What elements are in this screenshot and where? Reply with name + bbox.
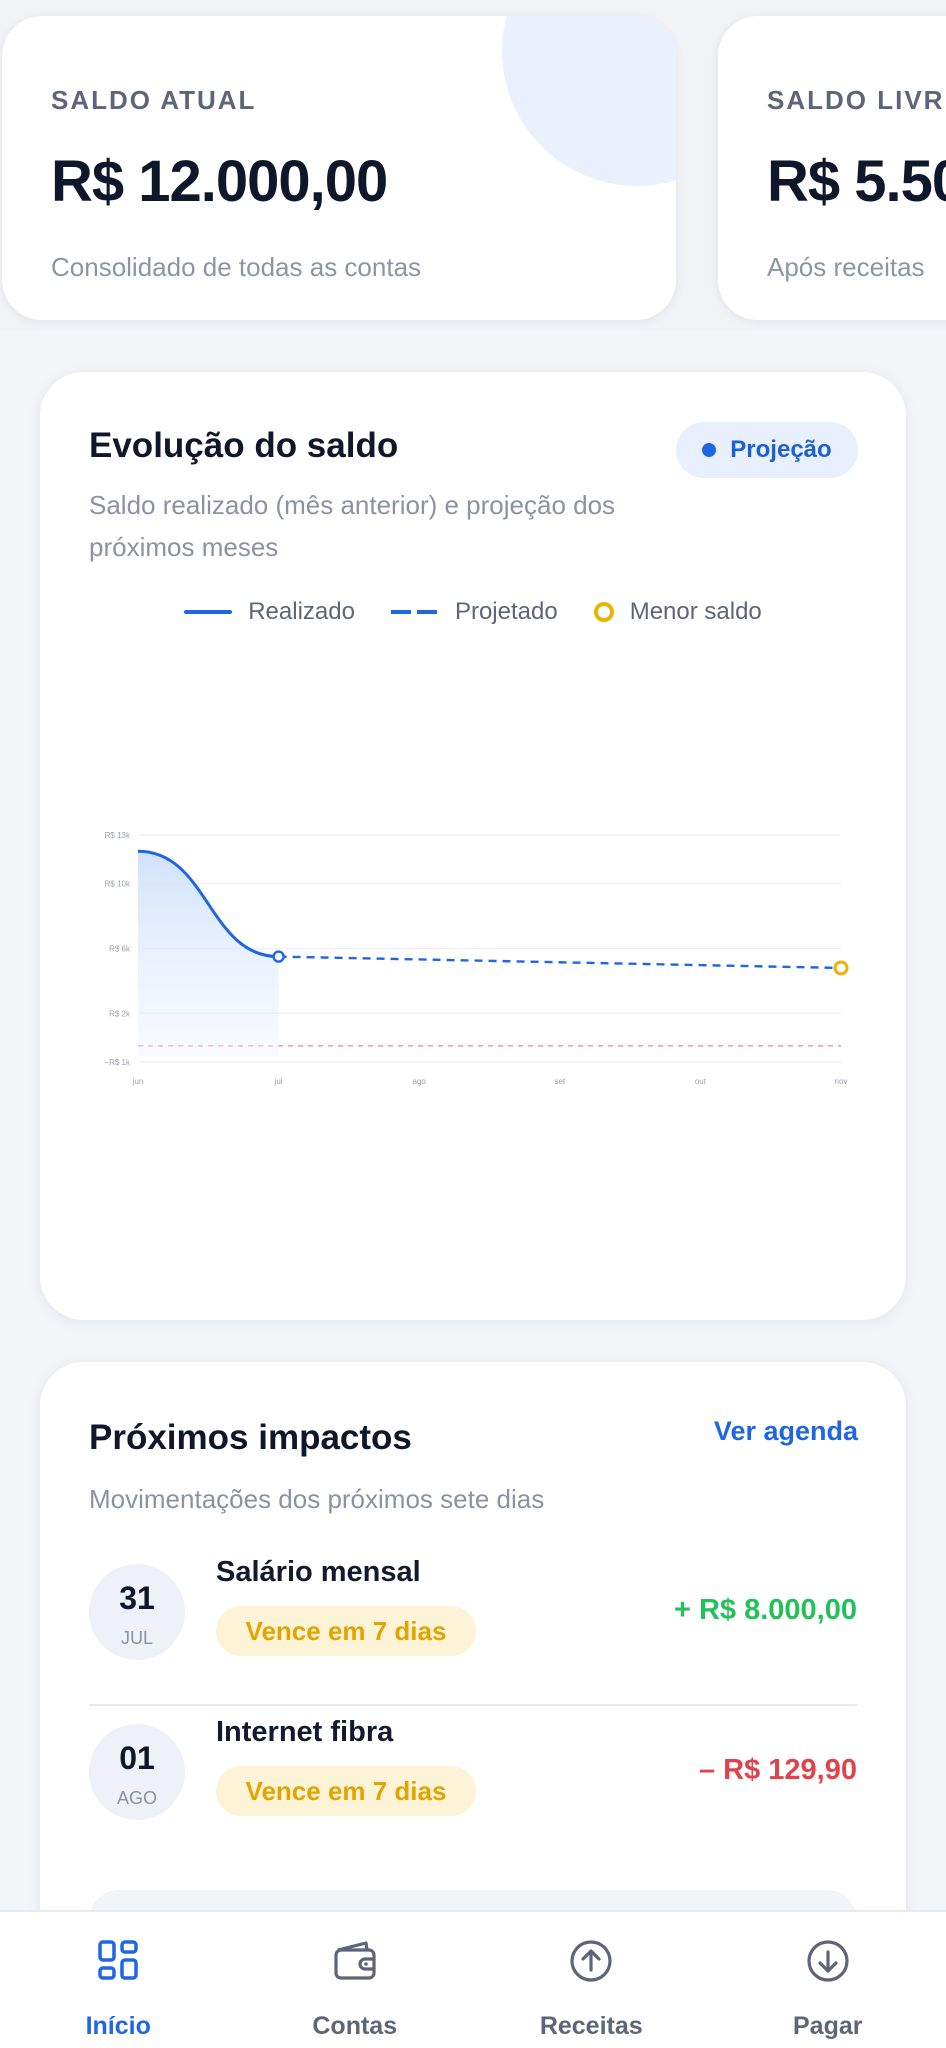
projected-line	[278, 955, 842, 970]
view-agenda-link[interactable]: Ver agenda	[714, 1416, 858, 1447]
y-tick-label: R$ 2k	[109, 1009, 131, 1018]
x-tick-label: out	[695, 1077, 707, 1086]
x-tick-label: jun	[132, 1077, 144, 1086]
upcoming-impacts-card: Próximos impactos Ver agenda Movimentaçõ…	[40, 1362, 906, 1982]
balance-label: SALDO ATUAL	[51, 85, 257, 115]
x-tick-label: ago	[413, 1077, 427, 1086]
lowest-balance-marker	[833, 960, 849, 976]
tab-inicio[interactable]: Início	[0, 1912, 237, 2048]
y-tick-label: R$ 6k	[109, 945, 131, 954]
bottom-tab-bar: Início Contas Receitas Pagar	[0, 1910, 946, 2048]
date-day: 31	[119, 1580, 155, 1616]
balance-label: SALDO LIVRE	[767, 85, 946, 115]
tab-label: Início	[85, 2012, 151, 2040]
y-tick-label: −R$ 1k	[104, 1058, 131, 1067]
tab-pagar[interactable]: Pagar	[710, 1912, 946, 2048]
x-tick-label: set	[554, 1077, 565, 1086]
balance-chart: R$ 13k R$ 10k R$ 6k R$ 2k −R$ 1k jun jul ago set…	[104, 831, 849, 1086]
date-badge: 31 JUL	[89, 1564, 185, 1660]
impact-row[interactable]: 01 AGO Internet fibra Vence em 7 dias – …	[89, 1706, 857, 1866]
tab-receitas[interactable]: Receitas	[473, 1912, 710, 2048]
date-month: AGO	[116, 1788, 157, 1808]
x-tick-label: jul	[274, 1077, 283, 1086]
impact-title: Salário mensal	[216, 1556, 421, 1588]
balance-subtitle: Consolidado de todas as contas	[51, 252, 422, 282]
impact-amount: – R$ 129,90	[698, 1754, 857, 1786]
tab-label: Contas	[312, 2012, 398, 2040]
date-badge: 01 AGO	[89, 1724, 185, 1820]
impact-title: Internet fibra	[216, 1716, 394, 1748]
wallet-icon	[334, 1941, 376, 1980]
due-tag: Vence em 7 dias	[216, 1766, 476, 1816]
balance-card-free[interactable]: SALDO LIVRE R$ 5.500,00 Após receitas	[718, 16, 946, 320]
balance-card-current[interactable]: SALDO ATUAL R$ 12.000,00 Consolidado de …	[2, 16, 676, 320]
balance-evolution-card: Evolução do saldo Saldo realizado (mês a…	[40, 372, 906, 1320]
balance-subtitle: Após receitas	[767, 252, 925, 282]
balance-value: R$ 5.500,00	[767, 149, 946, 214]
tab-label: Receitas	[539, 2012, 643, 2040]
due-tag: Vence em 7 dias	[216, 1606, 476, 1656]
card-subtitle: Movimentações dos próximos sete dias	[89, 1484, 545, 1514]
x-tick-label: nov	[835, 1077, 848, 1086]
impact-amount: + R$ 8.000,00	[673, 1594, 857, 1626]
card-title: Próximos impactos	[89, 1418, 412, 1457]
arrow-down-circle-icon	[807, 1940, 849, 1982]
decorative-circle	[502, 16, 676, 186]
current-point-marker	[272, 950, 285, 963]
balance-value: R$ 12.000,00	[51, 149, 388, 214]
impact-row[interactable]: 31 JUL Salário mensal Vence em 7 dias + …	[89, 1546, 857, 1706]
tab-contas[interactable]: Contas	[237, 1912, 474, 2048]
y-tick-label: R$ 13k	[105, 831, 131, 840]
grid-icon	[98, 1940, 138, 1980]
balance-carousel[interactable]: SALDO ATUAL R$ 12.000,00 Consolidado de …	[0, 0, 946, 330]
y-tick-label: R$ 10k	[105, 880, 131, 889]
tab-label: Pagar	[793, 2012, 863, 2040]
date-month: JUL	[120, 1628, 153, 1648]
arrow-up-circle-icon	[570, 1940, 612, 1982]
date-day: 01	[119, 1740, 155, 1776]
